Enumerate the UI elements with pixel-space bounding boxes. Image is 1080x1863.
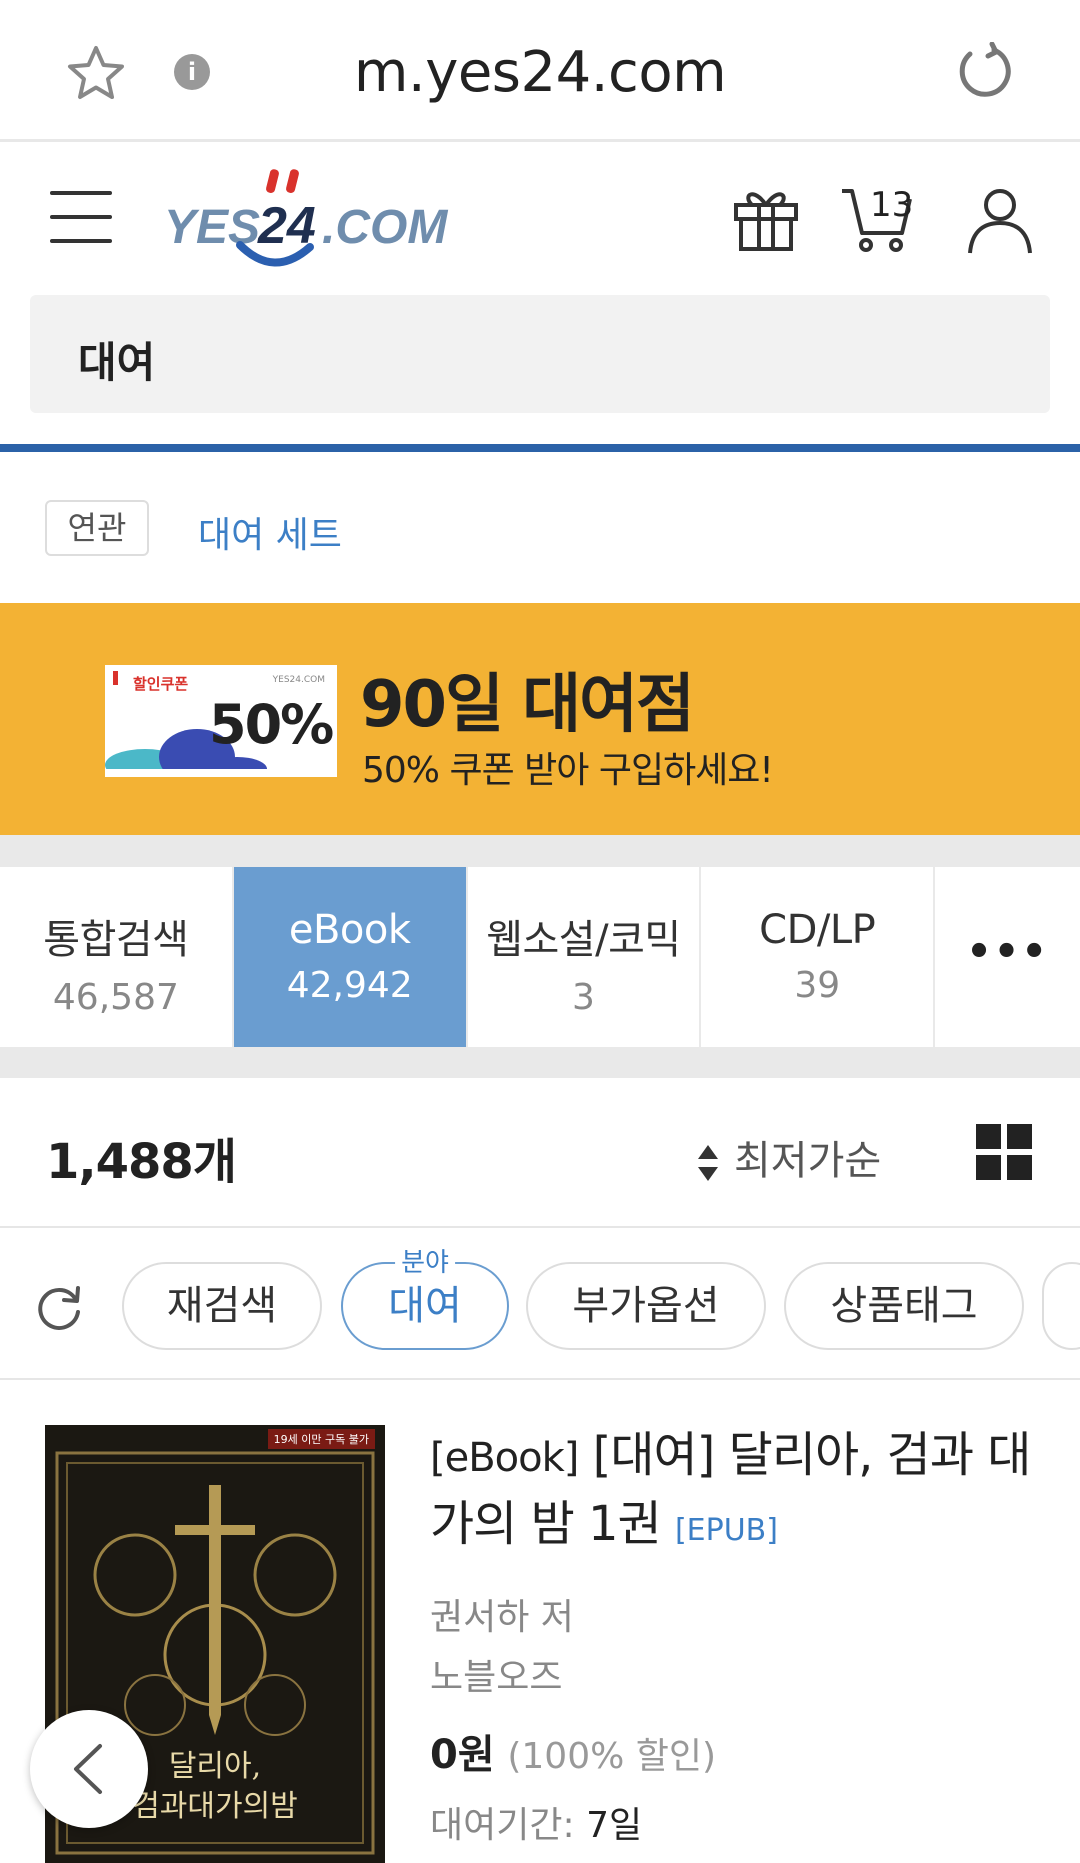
- chip-label: 대여: [388, 1283, 462, 1329]
- reload-icon[interactable]: [956, 42, 1016, 102]
- result-bar: 1,488개 최저가순: [0, 1078, 1080, 1228]
- result-count: 1,488개: [46, 1134, 237, 1190]
- back-button[interactable]: [30, 1710, 148, 1828]
- product-item[interactable]: 19세 이만 구독 불가 달리아, 검과대가의밤 [eBook] [대여] 달리…: [0, 1382, 1080, 1863]
- tab-label: 통합검색: [43, 917, 189, 963]
- sort-label: 최저가순: [734, 1138, 882, 1184]
- search-query: 대여: [78, 338, 156, 387]
- tab-cd-lp[interactable]: CD/LP 39: [701, 867, 934, 1047]
- product-title[interactable]: [eBook] [대여] 달리아, 검과 대가의 밤 1권 [EPUB]: [430, 1422, 1050, 1564]
- promo-banner[interactable]: 할인쿠폰 YES24.COM 50% 90일 대여점 50% 쿠폰 받아 구입하…: [0, 603, 1080, 835]
- related-keyword-link[interactable]: 대여 세트: [198, 506, 342, 558]
- product-publisher[interactable]: 노블오즈: [430, 1648, 562, 1700]
- category-tabs: 통합검색 46,587 eBook 42,942 웹소설/코믹 3 CD/LP …: [0, 867, 1080, 1047]
- coupon-percent: 50%: [209, 693, 334, 756]
- tab-label: eBook: [288, 907, 411, 953]
- product-author[interactable]: 권서하 저: [430, 1588, 574, 1640]
- refresh-icon[interactable]: [34, 1282, 84, 1332]
- yes24-logo[interactable]: YES 24 .COM: [162, 165, 462, 275]
- tab-count: 46,587: [52, 977, 179, 1018]
- product-prefix: [eBook]: [430, 1435, 579, 1481]
- divider: [0, 444, 1080, 452]
- tab-count: 42,942: [286, 965, 413, 1006]
- coupon-logo: YES24.COM: [272, 675, 325, 685]
- banner-title: 90일 대여점: [360, 668, 695, 742]
- chip-caption: 분야: [395, 1248, 455, 1278]
- discount-rate: (100% 할인): [507, 1736, 717, 1777]
- sort-arrows-icon: [698, 1145, 718, 1181]
- related-tag: 연관: [45, 500, 149, 556]
- coupon-label: 할인쿠폰: [133, 675, 189, 693]
- product-price: 0원 (100% 할인): [430, 1722, 716, 1780]
- tab-count: 3: [572, 977, 595, 1018]
- options-chip[interactable]: 부가옵션: [526, 1262, 766, 1350]
- tab-count: 39: [794, 965, 841, 1006]
- grid-view-icon[interactable]: [976, 1124, 1032, 1180]
- tab-all[interactable]: 통합검색 46,587: [0, 867, 232, 1047]
- rental-label: 대여기간:: [430, 1805, 575, 1846]
- browser-url-bar: i m.yes24.com: [0, 0, 1080, 142]
- tab-ebook[interactable]: eBook 42,942: [233, 867, 466, 1047]
- price-value: 0원: [430, 1732, 495, 1778]
- cover-age-badge: 19세 이만 구독 불가: [267, 1429, 375, 1449]
- user-icon[interactable]: [964, 183, 1036, 255]
- more-tabs-button[interactable]: •••: [935, 867, 1080, 1047]
- banner-subtitle: 50% 쿠폰 받아 구입하세요!: [362, 750, 774, 791]
- filter-bar: 재검색 분야 대여 부가옵션 상품태그: [0, 1228, 1080, 1380]
- tab-label: CD/LP: [759, 907, 876, 953]
- site-header: YES 24 .COM 13: [0, 145, 1080, 285]
- tab-webnovel-comic[interactable]: 웹소설/코믹 3: [467, 867, 700, 1047]
- cart-count-badge: 13: [870, 185, 914, 225]
- more-chip[interactable]: [1042, 1262, 1080, 1350]
- format-badge: [EPUB]: [674, 1513, 778, 1548]
- svg-text:.COM: .COM: [322, 201, 448, 254]
- menu-icon[interactable]: [50, 191, 112, 243]
- coupon-graphic: 할인쿠폰 YES24.COM 50%: [105, 665, 337, 777]
- rental-value: 7일: [586, 1805, 643, 1846]
- research-chip[interactable]: 재검색: [122, 1262, 322, 1350]
- sort-button[interactable]: 최저가순: [696, 1128, 881, 1186]
- tab-label: 웹소설/코믹: [486, 917, 681, 963]
- search-input[interactable]: 대여: [30, 295, 1050, 413]
- chevron-left-icon: [74, 1744, 102, 1794]
- url-text[interactable]: m.yes24.com: [0, 40, 1080, 105]
- category-chip[interactable]: 분야 대여: [341, 1248, 509, 1350]
- gift-icon[interactable]: [730, 183, 802, 255]
- rental-period: 대여기간: 7일: [430, 1796, 642, 1848]
- tags-chip[interactable]: 상품태그: [784, 1262, 1024, 1350]
